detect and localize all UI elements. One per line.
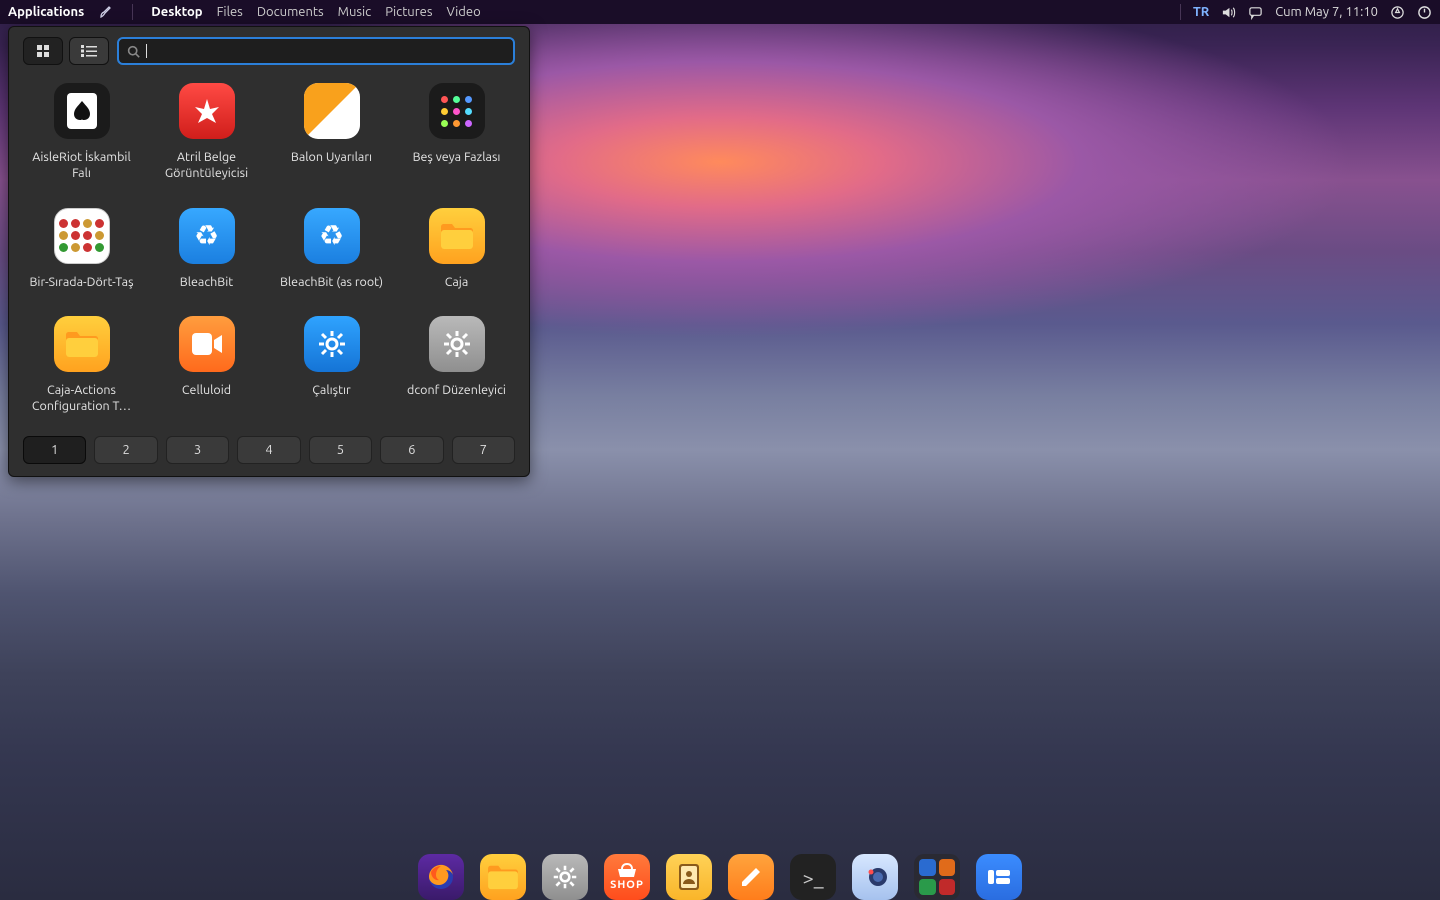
connect4-icon	[54, 208, 110, 264]
page-6[interactable]: 6	[380, 436, 443, 464]
dock-office-group[interactable]	[914, 854, 960, 900]
chat-icon[interactable]	[1248, 5, 1263, 20]
power-icon[interactable]	[1417, 5, 1432, 20]
dock-notes[interactable]	[728, 854, 774, 900]
dock-shop[interactable]: SHOP	[604, 854, 650, 900]
app-bleachbit-root[interactable]: ♻ BleachBit (as root)	[273, 208, 390, 290]
app-atril[interactable]: Atril Belge Görüntüleyicisi	[148, 83, 265, 182]
applications-menu[interactable]: Applications	[8, 5, 84, 19]
apps-grid: AisleRiot İskambil Falı Atril Belge Görü…	[23, 83, 515, 414]
dock-dashboard[interactable]	[976, 854, 1022, 900]
page-1[interactable]: 1	[23, 436, 86, 464]
search-input[interactable]	[153, 44, 505, 58]
dock-settings[interactable]	[542, 854, 588, 900]
folder-icon	[54, 316, 110, 372]
place-documents[interactable]: Documents	[257, 5, 324, 19]
recycle-icon: ♻	[179, 208, 235, 264]
recycle-icon: ♻	[304, 208, 360, 264]
app-four-in-a-row[interactable]: Bir-Sırada-Dört-Taş	[23, 208, 140, 290]
separator	[132, 4, 133, 20]
folder-icon	[429, 208, 485, 264]
dock-firefox[interactable]	[418, 854, 464, 900]
app-celluloid[interactable]: Celluloid	[148, 316, 265, 415]
keyboard-layout[interactable]: TR	[1193, 5, 1209, 19]
list-view-button[interactable]	[69, 37, 109, 65]
app-five-or-more[interactable]: Beş veya Fazlası	[398, 83, 515, 182]
page-2[interactable]: 2	[94, 436, 157, 464]
place-pictures[interactable]: Pictures	[385, 5, 432, 19]
video-icon	[179, 316, 235, 372]
page-3[interactable]: 3	[166, 436, 229, 464]
page-4[interactable]: 4	[237, 436, 300, 464]
gear-icon	[304, 316, 360, 372]
place-desktop[interactable]: Desktop	[151, 5, 202, 19]
app-run[interactable]: Çalıştır	[273, 316, 390, 415]
page-7[interactable]: 7	[452, 436, 515, 464]
dock-camera[interactable]	[852, 854, 898, 900]
dock: SHOP >_	[400, 848, 1040, 900]
brush-icon[interactable]	[98, 4, 114, 20]
pdf-icon	[179, 83, 235, 139]
volume-icon[interactable]	[1221, 5, 1236, 20]
dock-terminal[interactable]: >_	[790, 854, 836, 900]
gear-icon	[429, 316, 485, 372]
clock[interactable]: Cum May 7, 11:10	[1275, 5, 1378, 19]
dock-files[interactable]	[480, 854, 526, 900]
app-bleachbit[interactable]: ♻ BleachBit	[148, 208, 265, 290]
search-box[interactable]	[117, 37, 515, 65]
grid-view-button[interactable]	[23, 37, 63, 65]
pager: 1 2 3 4 5 6 7	[23, 436, 515, 464]
card-icon	[54, 83, 110, 139]
page-5[interactable]: 5	[309, 436, 372, 464]
brightness-icon[interactable]	[1390, 5, 1405, 20]
app-caja-actions[interactable]: Caja-Actions Configuration T…	[23, 316, 140, 415]
dots-icon	[429, 83, 485, 139]
app-balloon[interactable]: Balon Uyarıları	[273, 83, 390, 182]
app-dconf[interactable]: dconf Düzenleyici	[398, 316, 515, 415]
cursor	[146, 44, 147, 58]
place-files[interactable]: Files	[217, 5, 243, 19]
app-caja[interactable]: Caja	[398, 208, 515, 290]
place-video[interactable]: Video	[446, 5, 480, 19]
place-music[interactable]: Music	[338, 5, 372, 19]
app-aisleriot[interactable]: AisleRiot İskambil Falı	[23, 83, 140, 182]
balloon-icon	[304, 83, 360, 139]
search-icon	[127, 45, 140, 58]
app-launcher: AisleRiot İskambil Falı Atril Belge Görü…	[8, 26, 530, 477]
top-panel: Applications Desktop Files Documents Mus…	[0, 0, 1440, 24]
dock-contacts[interactable]	[666, 854, 712, 900]
